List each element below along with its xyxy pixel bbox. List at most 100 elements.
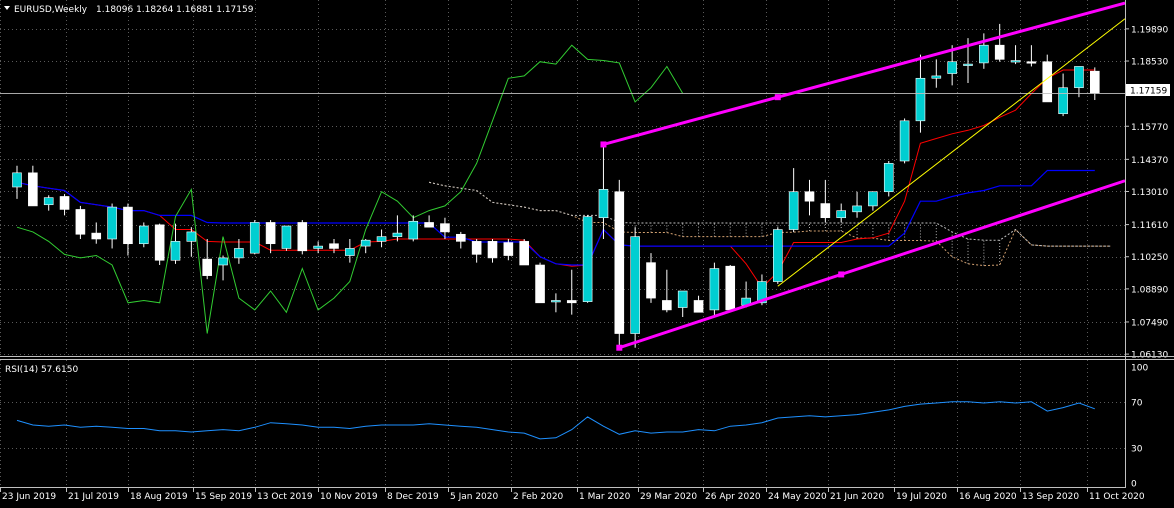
candle[interactable]: [899, 118, 910, 164]
rsi-level-label: 100: [1131, 364, 1148, 374]
candle[interactable]: [883, 161, 894, 197]
price-tick-label: 1.15770: [1131, 123, 1168, 133]
candle-body-bull: [630, 236, 640, 334]
candle-body-bull: [899, 120, 910, 162]
time-tick-label: 23 Jun 2019: [2, 492, 56, 502]
price-tick-label: 1.10250: [1131, 253, 1168, 263]
candle-body-bull: [852, 205, 862, 213]
rsi-label: RSI(14) 57.6150: [5, 365, 78, 375]
candle-body-bull: [788, 191, 799, 230]
candle[interactable]: [630, 227, 640, 348]
candle-body-bull: [392, 232, 403, 237]
candle-body-bear: [519, 241, 530, 266]
candle-body-bull: [836, 210, 847, 219]
candle-body-bear: [91, 232, 102, 240]
candle-body-bull: [12, 172, 22, 188]
candle[interactable]: [614, 179, 625, 346]
candle[interactable]: [709, 262, 720, 317]
price-tick-label: 1.14370: [1131, 156, 1168, 166]
candle-body-bear: [566, 300, 577, 304]
time-tick-label: 13 Sep 2020: [1022, 492, 1079, 502]
candle-body-bull: [281, 225, 292, 249]
candle[interactable]: [725, 265, 736, 311]
candle-body-bull: [772, 229, 783, 282]
candle[interactable]: [297, 220, 308, 255]
price-tick-label: 1.07490: [1131, 318, 1168, 328]
channel-anchor[interactable]: [838, 271, 845, 278]
candle-body-bull: [408, 220, 419, 240]
candle[interactable]: [139, 222, 149, 248]
candle-body-bear: [59, 196, 70, 210]
candle-body-bull: [598, 189, 609, 219]
candle-body-bull: [868, 191, 878, 207]
candle-body-bear: [455, 233, 466, 242]
candle-body-bear: [202, 258, 212, 276]
candle[interactable]: [582, 215, 593, 303]
candle-body-bull: [186, 231, 197, 242]
candle-body-bull: [360, 239, 371, 247]
time-tick-label: 26 Apr 2020: [705, 492, 761, 502]
ohlc-label: 1.18096 1.18264 1.16881 1.17159: [96, 5, 254, 15]
candle-body-bear: [471, 241, 482, 255]
candle-body-bull: [218, 257, 228, 266]
candle[interactable]: [249, 220, 260, 255]
candle-body-bear: [820, 203, 831, 219]
candle[interactable]: [281, 225, 292, 251]
candle[interactable]: [154, 223, 165, 265]
candle-body-bear: [440, 223, 450, 233]
candle-body-bear: [646, 262, 656, 299]
time-tick-label: 2 Feb 2020: [513, 492, 564, 502]
candle-body-bull: [947, 61, 957, 74]
candle-body-bull: [931, 75, 942, 79]
candle-body-bull: [709, 268, 720, 311]
price-tick-label: 1.19890: [1131, 25, 1168, 35]
candle-body-bull: [139, 225, 149, 245]
candle[interactable]: [75, 205, 86, 239]
candle-body-bull: [376, 236, 387, 242]
candle[interactable]: [519, 239, 530, 266]
rsi-level-label: 0: [1131, 480, 1137, 490]
price-tick-label: 1.18530: [1131, 58, 1168, 68]
candle-body-bear: [297, 222, 308, 252]
rsi-level-label: 70: [1131, 398, 1143, 408]
channel-anchor[interactable]: [616, 344, 623, 351]
candle-body-bear: [265, 222, 276, 245]
candle-body-bull: [313, 245, 323, 249]
candle-body-bear: [503, 242, 514, 256]
candle-body-bull: [915, 77, 926, 122]
candle-body-bear: [662, 300, 672, 311]
candle-body-bear: [154, 224, 165, 261]
symbol-label[interactable]: EURUSD,Weekly: [14, 5, 88, 15]
candle[interactable]: [535, 262, 545, 304]
candle-body-bull: [249, 222, 260, 254]
rsi-level-label: 30: [1131, 445, 1143, 455]
candle-body-bear: [614, 191, 625, 334]
candle-body-bear: [75, 209, 86, 235]
time-tick-label: 15 Sep 2019: [195, 492, 252, 502]
time-tick-label: 16 Aug 2020: [959, 492, 1017, 502]
time-tick-label: 21 Jun 2020: [830, 492, 884, 502]
candle-body-bear: [329, 243, 339, 249]
candle-body-bull: [170, 241, 181, 261]
candle-body-bull: [345, 248, 355, 256]
time-tick-label: 1 Mar 2020: [579, 492, 631, 502]
time-tick-label: 8 Dec 2019: [387, 492, 439, 502]
channel-anchor[interactable]: [600, 141, 607, 148]
candle-body-bear: [123, 206, 133, 245]
price-tick-label: 1.13010: [1131, 188, 1168, 198]
time-tick-label: 10 Nov 2019: [320, 492, 378, 502]
time-tick-label: 18 Aug 2019: [130, 492, 188, 502]
candle-body-bear: [1026, 61, 1037, 64]
time-tick-label: 5 Jan 2020: [450, 492, 498, 502]
candle-body-bear: [693, 300, 704, 313]
price-tick-label: 1.08890: [1131, 285, 1168, 295]
candle-body-bull: [979, 44, 989, 64]
candle-body-bull: [1058, 87, 1068, 115]
channel-anchor[interactable]: [774, 94, 781, 101]
candle-body-bull: [883, 163, 894, 193]
time-tick-label: 19 Jul 2020: [896, 492, 947, 502]
candle[interactable]: [772, 227, 783, 284]
candle-body-bear: [424, 222, 434, 228]
candle-body-bull: [677, 290, 688, 308]
candle-body-bear: [535, 264, 545, 304]
